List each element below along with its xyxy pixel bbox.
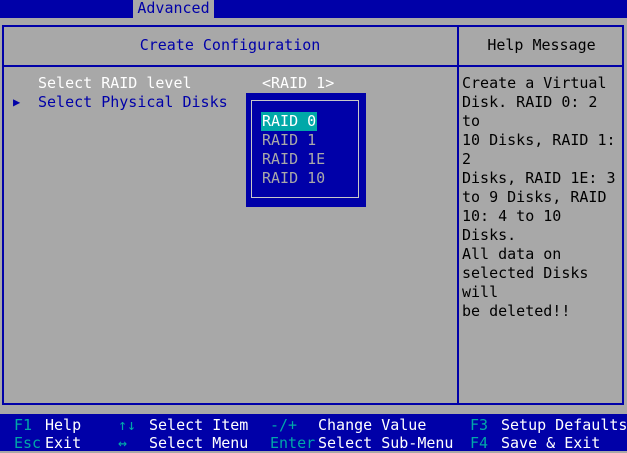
key-minus-plus: -/+ [270,416,298,434]
key-f4: F4 [470,434,489,452]
panel-divider [457,25,459,405]
left-title-divider [2,65,458,67]
key-f3: F3 [470,416,489,434]
key-minus-plus-desc: Change Value [318,416,427,434]
key-enter-desc: Select Sub-Menu [318,434,454,452]
key-esc-desc: Exit [45,434,82,452]
popup-option-raid-0[interactable]: RAID 0 [261,112,318,131]
key-left-right-icon: ↔ [118,434,128,452]
popup-option-raid-1[interactable]: RAID 1 [262,131,316,150]
key-enter: Enter [270,434,316,452]
key-legend-footer: F1 Help Esc Exit ↑↓ Select Item ↔ Select… [0,414,627,452]
popup-option-raid-10[interactable]: RAID 10 [262,169,325,188]
key-up-down-desc: Select Item [149,416,249,434]
key-f3-desc: Setup Defaults [501,416,627,434]
key-f1-desc: Help [45,416,82,434]
help-message-text: Create a Virtual Disk. RAID 0: 2 to 10 D… [462,74,616,320]
top-menu-bar: Advanced [0,0,627,18]
submenu-pointer-icon: ▶ [13,95,21,109]
popup-option-raid-1e[interactable]: RAID 1E [262,150,325,169]
select-physical-disks-item[interactable]: Select Physical Disks [38,93,228,112]
help-title: Help Message [487,36,596,54]
select-raid-level-item[interactable]: Select RAID level [38,74,192,93]
key-f1: F1 [14,416,33,434]
tab-advanced[interactable]: Advanced [133,0,214,18]
key-up-down-icon: ↑↓ [118,416,137,434]
key-f4-desc: Save & Exit [501,434,601,452]
raid-level-value[interactable]: <RAID 1> [262,74,334,93]
key-left-right-desc: Select Menu [149,434,249,452]
page-title: Create Configuration [139,36,321,54]
help-title-divider [458,65,624,67]
key-esc: Esc [14,434,42,452]
